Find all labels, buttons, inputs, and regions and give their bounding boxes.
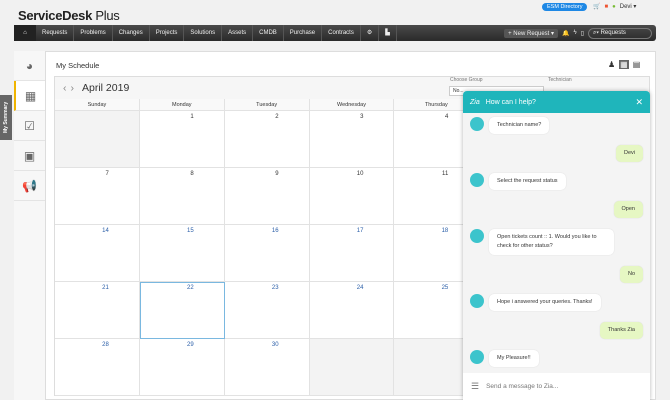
nav-item-projects[interactable]: Projects (150, 25, 185, 41)
new-request-button[interactable]: + New Request ▾ (504, 28, 559, 38)
user-message: No (470, 266, 643, 283)
calendar-day-cell[interactable] (309, 339, 395, 396)
nav-item-cmdb[interactable]: CMDB (253, 25, 284, 41)
search-input[interactable]: ⌕▾ Requests (588, 27, 652, 39)
main-nav: ⌂ Requests Problems Changes Projects Solutio… (14, 25, 656, 41)
choose-group-label: Choose Group (450, 77, 483, 83)
calendar-icon[interactable]: ▦ (14, 81, 45, 111)
bot-message: Technician name? (470, 117, 643, 134)
home-icon[interactable]: ⌂ (14, 25, 36, 41)
user-menu[interactable]: Devi ▾ (620, 3, 637, 10)
nav-item-requests[interactable]: Requests (36, 25, 75, 41)
bot-avatar-icon (470, 229, 484, 243)
calendar-view-icon[interactable]: ▦ (619, 60, 629, 69)
nav-item-changes[interactable]: Changes (113, 25, 150, 41)
technician-icon[interactable]: ♟ (608, 60, 615, 69)
bot-avatar-icon (470, 117, 484, 131)
calendar-day-cell[interactable]: 15 (139, 225, 225, 282)
zia-chat-panel: Zia How can I help? ✕ Technician name? Devi… (463, 91, 650, 400)
zia-logo-icon: Zia (470, 98, 480, 106)
calendar-day-cell[interactable]: 21 (55, 282, 140, 339)
bot-message: Hope i answered your queries. Thanks! (470, 294, 643, 311)
nav-item-contracts[interactable]: Contracts (322, 25, 361, 41)
user-message: Thanks Zia (470, 322, 643, 339)
calendar-day-cell[interactable]: 2 (224, 111, 310, 168)
announcement-board-icon[interactable]: ▣ (14, 141, 45, 171)
calendar-day-cell[interactable] (55, 111, 140, 168)
bot-message: Select the request status (470, 173, 643, 190)
notes-icon[interactable]: ▯ (581, 30, 584, 37)
calendar-day-cell[interactable]: 8 (139, 168, 225, 225)
esm-directory-button[interactable]: ESM Directory (542, 3, 588, 11)
next-month-button[interactable]: › (71, 82, 75, 94)
menu-icon[interactable]: ☰ (471, 381, 479, 392)
left-sidebar: ◕ ▦ ☑ ▣ 📢 (14, 51, 46, 400)
day-header: Wednesday (309, 99, 395, 111)
calendar-day-cell[interactable]: 1 (139, 111, 225, 168)
calendar-day-cell[interactable]: 7 (55, 168, 140, 225)
month-label: April 2019 (82, 82, 130, 94)
calendar-day-cell[interactable]: 22 (139, 282, 225, 339)
message-bubble: Select the request status (489, 173, 566, 190)
message-bubble: Open tickets count :: 1. Would you like … (489, 229, 614, 255)
message-bubble: Devi (615, 145, 643, 162)
calendar-day-cell[interactable]: 30 (224, 339, 310, 396)
calendar-day-cell[interactable]: 9 (224, 168, 310, 225)
avatar[interactable]: ● (612, 4, 616, 10)
bot-message: Open tickets count :: 1. Would you like … (470, 229, 643, 255)
cart-icon[interactable]: 🛒 (593, 3, 600, 10)
gear-icon[interactable]: ⚙ (361, 25, 380, 41)
nav-item-solutions[interactable]: Solutions (184, 25, 223, 41)
message-bubble: No (619, 266, 643, 283)
calendar-day-cell[interactable]: 16 (224, 225, 310, 282)
calendar-day-cell[interactable]: 3 (309, 111, 395, 168)
nav-item-assets[interactable]: Assets (222, 25, 254, 41)
prev-month-button[interactable]: ‹ (63, 82, 67, 94)
bot-avatar-icon (470, 294, 484, 308)
my-summary-tab[interactable]: My Summary (0, 95, 12, 140)
apps-icon[interactable]: ■ (604, 4, 608, 10)
calendar-day-cell[interactable]: 24 (309, 282, 395, 339)
flash-icon[interactable]: ϟ (574, 30, 577, 36)
nav-item-problems[interactable]: Problems (74, 25, 113, 41)
top-right-tools: 🛒 ■ ● Devi ▾ (593, 3, 637, 11)
list-view-icon[interactable]: ▤ (633, 60, 641, 69)
day-header: Tuesday (224, 99, 310, 111)
nav-item-purchase[interactable]: Purchase (284, 25, 323, 41)
message-bubble: Hope i answered your queries. Thanks! (489, 294, 601, 311)
bot-avatar-icon (470, 173, 484, 187)
chat-title: How can I help? (485, 98, 536, 106)
message-bubble: Open (613, 201, 643, 218)
message-bubble: My Pleasure!! (489, 350, 539, 367)
view-toggles: ♟ ▦ ▤ (608, 60, 640, 69)
calendar-day-cell[interactable]: 14 (55, 225, 140, 282)
pie-chart-icon[interactable]: ◕ (14, 51, 45, 81)
megaphone-icon[interactable]: 📢 (14, 171, 45, 201)
reports-icon[interactable]: ▙ (379, 25, 397, 41)
page-title: My Schedule (56, 61, 100, 70)
calendar-day-cell[interactable]: 23 (224, 282, 310, 339)
user-message: Open (470, 201, 643, 218)
calendar-day-cell[interactable]: 17 (309, 225, 395, 282)
chat-input[interactable]: Send a message to Zia... (486, 383, 558, 390)
calendar-day-cell[interactable]: 28 (55, 339, 140, 396)
message-bubble: Technician name? (489, 117, 550, 134)
message-bubble: Thanks Zia (599, 322, 643, 339)
calendar-day-cell[interactable]: 29 (139, 339, 225, 396)
task-icon[interactable]: ☑ (14, 111, 45, 141)
bot-avatar-icon (470, 350, 484, 364)
technician-label: Technician (548, 77, 572, 83)
logo[interactable]: ServiceDesk Plus (18, 8, 120, 23)
day-header: Sunday (55, 99, 140, 111)
bot-message: My Pleasure!! (470, 350, 643, 367)
user-message: Devi (470, 145, 643, 162)
calendar-day-cell[interactable]: 10 (309, 168, 395, 225)
close-icon[interactable]: ✕ (635, 97, 643, 108)
bell-icon[interactable]: 🔔 (562, 30, 569, 37)
day-header: Monday (139, 99, 225, 111)
